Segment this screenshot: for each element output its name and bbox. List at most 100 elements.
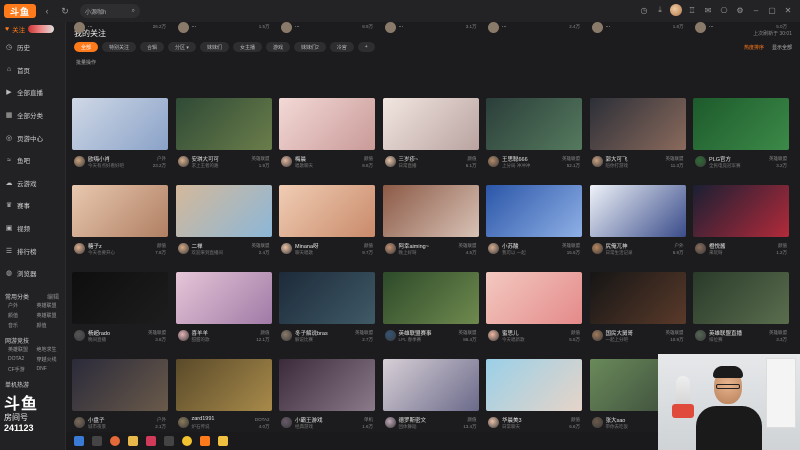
avatar[interactable]	[281, 330, 292, 341]
search-icon[interactable]	[92, 436, 102, 446]
avatar[interactable]	[177, 243, 189, 254]
streamer-name[interactable]: 蜜思儿	[502, 329, 519, 337]
avatar[interactable]	[177, 330, 189, 341]
stream-card[interactable]: 三岁疹~ 颜值 日常直播 6.1万	[382, 98, 479, 176]
history-icon[interactable]: ◷	[638, 4, 650, 16]
stream-thumbnail[interactable]	[279, 185, 375, 237]
stream-thumbnail[interactable]	[175, 359, 272, 411]
sidebar-item[interactable]: ▦ 全部分类	[0, 104, 65, 127]
streamer-name[interactable]: 欧嗨小肖	[88, 155, 110, 163]
stream-card[interactable]: 糖子z 颜值 今天也要开心 7.8万	[72, 185, 168, 263]
avatar[interactable]	[74, 156, 85, 167]
stream-thumbnail[interactable]	[279, 359, 375, 411]
sidebar-category[interactable]: CF手游	[8, 366, 37, 373]
avatar[interactable]	[384, 417, 396, 428]
avatar[interactable]	[695, 156, 706, 167]
back-icon[interactable]: ‹	[40, 4, 54, 18]
streamer-name[interactable]: 冬子解说bras	[295, 329, 328, 337]
peek-card[interactable]: ... 2.4万	[486, 22, 582, 33]
web-games-header[interactable]: 网游竞技	[0, 335, 65, 346]
gift-icon[interactable]: ⎔	[718, 4, 730, 16]
explorer-icon[interactable]	[218, 436, 228, 446]
stream-card[interactable]: 小盘子 户外 城市夜景 2.1万	[72, 359, 168, 437]
stream-thumbnail[interactable]	[589, 98, 686, 150]
streamer-name[interactable]: 郭大可飞	[606, 155, 628, 163]
sidebar-category[interactable]: 英雄联盟	[8, 346, 37, 353]
sidebar-category[interactable]: DNF	[37, 366, 66, 373]
sidebar-item[interactable]: ≈ 鱼吧	[0, 149, 65, 172]
stream-card[interactable]: 王思聪666 英雄联盟 上分局 冲冲冲 52.1万	[486, 98, 582, 176]
stream-thumbnail[interactable]	[72, 185, 168, 237]
peek-card[interactable]: ... 3.1万	[383, 22, 479, 33]
filter-chip[interactable]: 妹妹们	[199, 42, 229, 52]
streamer-name[interactable]: PLG官方	[709, 155, 731, 163]
avatar[interactable]	[591, 156, 603, 167]
streamer-name[interactable]: 二禅	[192, 242, 203, 250]
batch-operation-button[interactable]: 批量操作	[76, 59, 96, 66]
streamer-name[interactable]: 三岁疹~	[399, 155, 419, 163]
stream-thumbnail[interactable]	[72, 272, 168, 324]
sidebar-category[interactable]: 颜值	[8, 312, 37, 319]
avatar[interactable]	[591, 330, 603, 341]
stream-thumbnail[interactable]	[175, 272, 272, 324]
avatar[interactable]	[281, 156, 292, 167]
sidebar-item[interactable]: ☁ 云游戏	[0, 172, 65, 195]
avatar[interactable]	[488, 330, 499, 341]
stream-card[interactable]: 英雄联盟赛事 英雄联盟 LPL 春季赛 86.4万	[382, 272, 479, 350]
stream-card[interactable]: 德罗斯密文 颜值 团体舞蹈 13.4万	[382, 359, 479, 437]
streamer-name[interactable]: 小盘子	[88, 416, 105, 424]
stream-thumbnail[interactable]	[382, 185, 479, 237]
peek-card[interactable]: ... 5.0万	[693, 22, 789, 33]
avatar[interactable]	[384, 243, 396, 254]
peek-card[interactable]: ... 26.2万	[72, 22, 168, 33]
refresh-icon[interactable]: ↻	[58, 4, 72, 18]
avatar[interactable]	[74, 243, 85, 254]
stream-thumbnail[interactable]	[693, 98, 789, 150]
stream-thumbnail[interactable]	[279, 272, 375, 324]
sidebar-category[interactable]: DOTA2	[8, 356, 37, 363]
stream-card[interactable]: 郭大可飞 英雄联盟 陪你打游戏 11.3万	[589, 98, 686, 176]
filter-chip[interactable]: 特别关注	[102, 42, 137, 52]
sidebar-item[interactable]: ◷ 历史	[0, 36, 65, 59]
streamer-name[interactable]: 英雄联盟直播	[709, 329, 742, 337]
sidebar-item[interactable]: ▶ 全部直播	[0, 81, 65, 104]
edit-link[interactable]: 编辑	[47, 292, 59, 301]
avatar[interactable]	[695, 243, 706, 254]
avatar[interactable]	[384, 330, 396, 341]
stream-card[interactable]: 国民大舅哥 英雄联盟 一起上分吧 10.9万	[589, 272, 686, 350]
stream-card[interactable]: 阿幸aiming~ 英雄联盟 晚上好呀 4.5万	[382, 185, 479, 263]
streamer-name[interactable]: 华晨美3	[502, 416, 522, 424]
stream-thumbnail[interactable]	[486, 272, 582, 324]
stream-thumbnail[interactable]	[382, 272, 479, 324]
stream-card[interactable]: 华晨美3 颜值 日常聊天 6.6万	[486, 359, 582, 437]
download-icon[interactable]: ⤓	[654, 4, 666, 16]
filter-chip[interactable]: 冷宫	[329, 42, 354, 52]
avatar[interactable]	[695, 330, 706, 341]
sidebar-item[interactable]: ▣ 视频	[0, 217, 65, 240]
streamer-name[interactable]: 小苏酸	[502, 242, 519, 250]
stream-card[interactable]: 安琪大可可 英雄联盟 求上王者的路 1.9万	[175, 98, 272, 176]
sidebar-item[interactable]: ◎ 页游中心	[0, 126, 65, 149]
stream-card[interactable]: 英雄联盟直播 英雄联盟 排位赛 3.3万	[693, 272, 789, 350]
stream-card[interactable]: Minana呀 颜值 聊天唱歌 9.7万	[279, 185, 375, 263]
filter-chip[interactable]: +	[357, 42, 375, 52]
sidebar-category[interactable]: 音乐	[8, 322, 37, 329]
stream-thumbnail[interactable]	[693, 272, 789, 324]
search-icon[interactable]: ⌕	[132, 8, 135, 15]
show-all[interactable]: 显示全部	[772, 44, 792, 51]
streamer-name[interactable]: Minana呀	[295, 242, 319, 250]
app-icon[interactable]	[146, 436, 156, 446]
streamer-name[interactable]: 小霸王游戏	[295, 416, 323, 424]
sidebar-item[interactable]: ◍ 浏览器	[0, 262, 65, 285]
sidebar-category[interactable]: 绝地求生	[37, 346, 66, 353]
stream-thumbnail[interactable]	[486, 359, 582, 411]
streamer-name[interactable]: zard1991	[192, 416, 215, 422]
filter-chip[interactable]: 女主播	[232, 42, 262, 52]
douyu-logo[interactable]: 斗鱼	[4, 4, 36, 18]
sidebar-follow[interactable]: ♥ 关注	[0, 22, 65, 36]
stream-card[interactable]: PLG官方 英雄联盟 全民电竞冠军赛 3.2万	[693, 98, 789, 176]
sidebar-item[interactable]: ♛ 赛事	[0, 194, 65, 217]
filter-chip[interactable]: 合辑	[140, 42, 165, 52]
streamer-name[interactable]: 梅晨	[295, 155, 306, 163]
stream-thumbnail[interactable]	[72, 359, 168, 411]
